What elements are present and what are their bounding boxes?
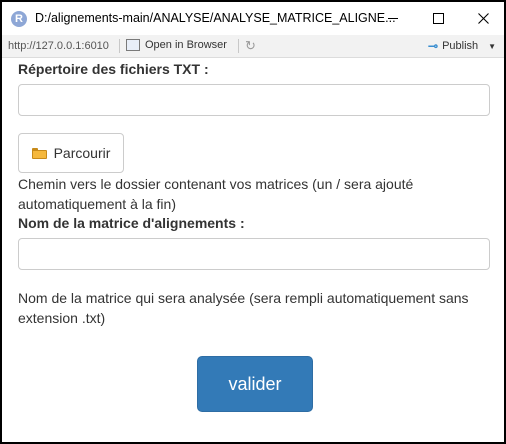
browse-button[interactable]: Parcourir bbox=[18, 133, 124, 173]
form-content: Répertoire des fichiers TXT : Parcourir … bbox=[2, 58, 504, 442]
close-icon bbox=[477, 13, 489, 24]
matrix-help-text: Nom de la matrice qui sera analysée (ser… bbox=[18, 290, 469, 326]
directory-input[interactable] bbox=[18, 84, 490, 116]
publish-icon: ⊸ bbox=[428, 39, 439, 53]
matrix-name-input[interactable] bbox=[18, 238, 490, 270]
browse-button-label: Parcourir bbox=[53, 145, 111, 161]
minimize-icon bbox=[388, 18, 398, 19]
open-in-browser-button[interactable]: Open in Browser bbox=[126, 39, 227, 51]
matrix-name-label: Nom de la matrice d'alignements : bbox=[18, 215, 245, 231]
minimize-button[interactable] bbox=[370, 2, 416, 35]
r-app-icon: R bbox=[11, 11, 27, 27]
maximize-icon bbox=[432, 13, 444, 24]
title-bar: R D:/alignements-main/ANALYSE/ANALYSE_MA… bbox=[2, 2, 504, 35]
open-in-browser-icon bbox=[126, 39, 140, 51]
directory-help-text: Chemin vers le dossier contenant vos mat… bbox=[18, 176, 414, 212]
close-button[interactable] bbox=[460, 2, 504, 35]
maximize-button[interactable] bbox=[415, 2, 461, 35]
toolbar-divider bbox=[238, 39, 239, 53]
toolbar-divider bbox=[119, 39, 120, 53]
submit-button[interactable]: valider bbox=[197, 356, 313, 412]
refresh-icon[interactable]: ↻ bbox=[245, 38, 256, 54]
viewer-toolbar: http://127.0.0.1:6010 Open in Browser ↻ … bbox=[2, 35, 504, 58]
publish-button[interactable]: ⊸ Publish ▼ bbox=[428, 39, 496, 53]
window-title: D:/alignements-main/ANALYSE/ANALYSE_MATR… bbox=[35, 11, 396, 25]
app-window: R D:/alignements-main/ANALYSE/ANALYSE_MA… bbox=[0, 0, 506, 444]
publish-label: Publish bbox=[442, 40, 479, 52]
folder-icon bbox=[31, 147, 47, 159]
chevron-down-icon[interactable]: ▼ bbox=[488, 42, 496, 51]
url-display: http://127.0.0.1:6010 bbox=[8, 40, 109, 52]
directory-label: Répertoire des fichiers TXT : bbox=[18, 61, 209, 77]
open-in-browser-label: Open in Browser bbox=[145, 39, 227, 51]
